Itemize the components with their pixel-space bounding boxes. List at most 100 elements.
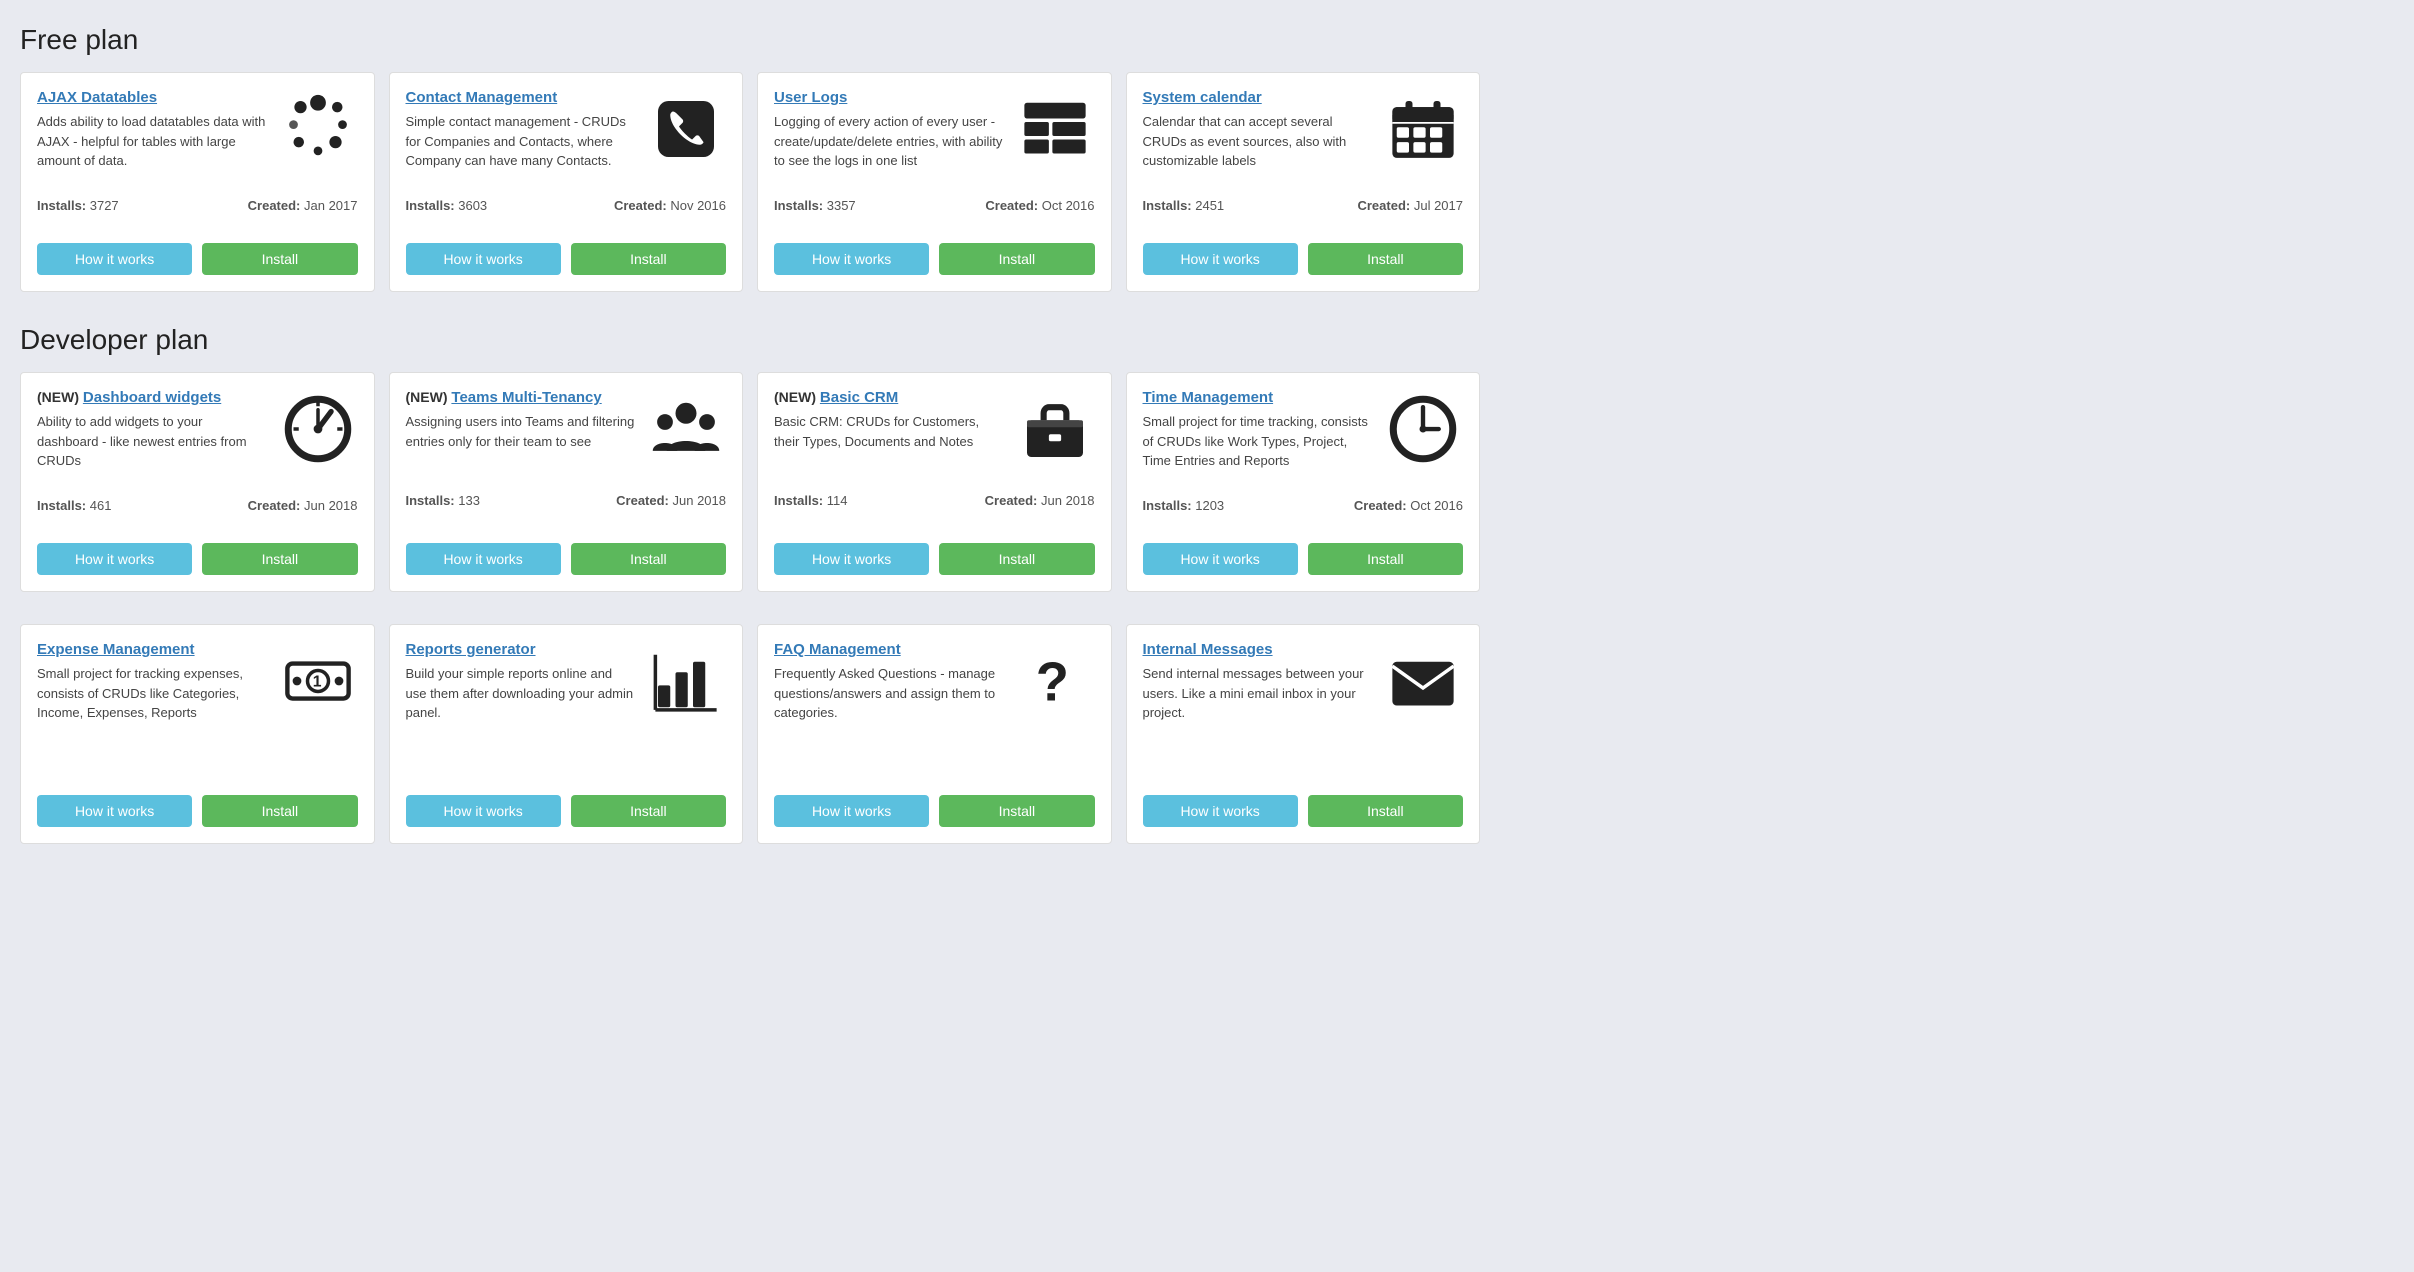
install-button-dashboard-widgets[interactable]: Install: [202, 543, 357, 575]
card-content-reports-generator: Reports generatorBuild your simple repor…: [406, 641, 637, 733]
card-content-internal-messages: Internal Messages Send internal messages …: [1143, 641, 1374, 733]
card-icon-clock: [1383, 389, 1463, 469]
install-button-faq-management[interactable]: Install: [939, 795, 1094, 827]
how-it-works-button-dashboard-widgets[interactable]: How it works: [37, 543, 192, 575]
install-button-basic-crm[interactable]: Install: [939, 543, 1094, 575]
card-description-internal-messages: Send internal messages between your user…: [1143, 664, 1374, 723]
card-icon-money: 1: [278, 641, 358, 721]
card-description-system-calendar: Calendar that can accept several CRUDs a…: [1143, 112, 1374, 171]
cards-grid-0: AJAX Datatables Adds ability to load data…: [20, 72, 1480, 292]
card-installs-dashboard-widgets: Installs: 461: [37, 498, 111, 513]
how-it-works-button-ajax-datatables[interactable]: How it works: [37, 243, 192, 275]
card-meta-system-calendar: Installs: 2451Created: Jul 2017: [1143, 198, 1464, 213]
card-actions-user-logs: How it works Install: [774, 243, 1095, 275]
card-icon-calendar: [1383, 89, 1463, 169]
card-icon-question: ?: [1015, 641, 1095, 721]
card-title-expense-management[interactable]: Expense Management: [37, 641, 195, 658]
how-it-works-button-user-logs[interactable]: How it works: [774, 243, 929, 275]
card-content-faq-management: FAQ Management Frequently Asked Questions…: [774, 641, 1005, 733]
card-title-contact-management[interactable]: Contact Management: [406, 89, 558, 106]
how-it-works-button-reports-generator[interactable]: How it works: [406, 795, 561, 827]
card-actions-internal-messages: How it works Install: [1143, 795, 1464, 827]
card-content-ajax-datatables: AJAX Datatables Adds ability to load data…: [37, 89, 268, 181]
install-button-reports-generator[interactable]: Install: [571, 795, 726, 827]
card-icon-dashboard: [278, 389, 358, 469]
card-content-teams-multi-tenancy: (NEW) Teams Multi-TenancyAssigning users…: [406, 389, 637, 461]
card-description-expense-management: Small project for tracking expenses, con…: [37, 664, 268, 723]
card-icon-chart: [646, 641, 726, 721]
card-installs-teams-multi-tenancy: Installs: 133: [406, 493, 480, 508]
install-button-internal-messages[interactable]: Install: [1308, 795, 1463, 827]
card-title-reports-generator[interactable]: Reports generator: [406, 641, 536, 658]
card-header-dashboard-widgets: (NEW) Dashboard widgetsAbility to add wi…: [37, 389, 358, 481]
install-button-ajax-datatables[interactable]: Install: [202, 243, 357, 275]
section-2: Expense Management Small project for trac…: [20, 624, 1480, 844]
how-it-works-button-expense-management[interactable]: How it works: [37, 795, 192, 827]
card-actions-basic-crm: How it works Install: [774, 543, 1095, 575]
card-meta-contact-management: Installs: 3603Created: Nov 2016: [406, 198, 727, 213]
card-created-contact-management: Created: Nov 2016: [614, 198, 726, 213]
card-actions-time-management: How it works Install: [1143, 543, 1464, 575]
card-actions-expense-management: How it works Install: [37, 795, 358, 827]
card-description-faq-management: Frequently Asked Questions - manage ques…: [774, 664, 1005, 723]
card-reports-generator: Reports generatorBuild your simple repor…: [389, 624, 744, 844]
card-content-dashboard-widgets: (NEW) Dashboard widgetsAbility to add wi…: [37, 389, 268, 481]
install-button-teams-multi-tenancy[interactable]: Install: [571, 543, 726, 575]
card-description-basic-crm: Basic CRM: CRUDs for Customers, their Ty…: [774, 412, 1005, 451]
card-header-contact-management: Contact ManagementSimple contact managem…: [406, 89, 727, 181]
card-title-basic-crm[interactable]: Basic CRM: [820, 389, 898, 406]
card-title-dashboard-widgets[interactable]: Dashboard widgets: [83, 389, 221, 406]
card-meta-dashboard-widgets: Installs: 461 Created: Jun 2018: [37, 498, 358, 513]
card-title-user-logs[interactable]: User Logs: [774, 89, 847, 106]
card-icon-table: [1015, 89, 1095, 169]
section-0: Free planAJAX DatatablesAdds ability to …: [20, 24, 1480, 292]
install-button-expense-management[interactable]: Install: [202, 795, 357, 827]
card-title-faq-management[interactable]: FAQ Management: [774, 641, 901, 658]
card-content-basic-crm: (NEW) Basic CRMBasic CRM: CRUDs for Cust…: [774, 389, 1005, 461]
how-it-works-button-system-calendar[interactable]: How it works: [1143, 243, 1298, 275]
install-button-time-management[interactable]: Install: [1308, 543, 1463, 575]
card-content-expense-management: Expense Management Small project for trac…: [37, 641, 268, 733]
svg-text:?: ?: [1035, 652, 1068, 712]
card-actions-ajax-datatables: How it works Install: [37, 243, 358, 275]
how-it-works-button-teams-multi-tenancy[interactable]: How it works: [406, 543, 561, 575]
card-icon-briefcase: [1015, 389, 1095, 469]
card-meta-basic-crm: Installs: 114Created: Jun 2018: [774, 493, 1095, 508]
card-icon-phone: [646, 89, 726, 169]
card-header-teams-multi-tenancy: (NEW) Teams Multi-TenancyAssigning users…: [406, 389, 727, 469]
install-button-system-calendar[interactable]: Install: [1308, 243, 1463, 275]
how-it-works-button-internal-messages[interactable]: How it works: [1143, 795, 1298, 827]
card-title-time-management[interactable]: Time Management: [1143, 389, 1274, 406]
card-dashboard-widgets: (NEW) Dashboard widgetsAbility to add wi…: [20, 372, 375, 592]
page-container: Free planAJAX DatatablesAdds ability to …: [0, 0, 1500, 900]
card-created-teams-multi-tenancy: Created: Jun 2018: [616, 493, 726, 508]
card-icon-envelope: [1383, 641, 1463, 721]
card-title-internal-messages[interactable]: Internal Messages: [1143, 641, 1273, 658]
card-content-user-logs: User LogsLogging of every action of ever…: [774, 89, 1005, 181]
how-it-works-button-faq-management[interactable]: How it works: [774, 795, 929, 827]
card-title-ajax-datatables[interactable]: AJAX Datatables: [37, 89, 157, 106]
card-contact-management: Contact ManagementSimple contact managem…: [389, 72, 744, 292]
card-installs-ajax-datatables: Installs: 3727: [37, 198, 119, 213]
card-meta-user-logs: Installs: 3357Created: Oct 2016: [774, 198, 1095, 213]
card-header-ajax-datatables: AJAX Datatables Adds ability to load data…: [37, 89, 358, 181]
card-title-system-calendar[interactable]: System calendar: [1143, 89, 1262, 106]
card-basic-crm: (NEW) Basic CRMBasic CRM: CRUDs for Cust…: [757, 372, 1112, 592]
install-button-contact-management[interactable]: Install: [571, 243, 726, 275]
card-installs-user-logs: Installs: 3357: [774, 198, 856, 213]
card-created-basic-crm: Created: Jun 2018: [985, 493, 1095, 508]
how-it-works-button-contact-management[interactable]: How it works: [406, 243, 561, 275]
card-icon-team: [646, 389, 726, 469]
svg-text:1: 1: [312, 673, 321, 690]
cards-grid-1: (NEW) Dashboard widgetsAbility to add wi…: [20, 372, 1480, 592]
card-created-time-management: Created: Oct 2016: [1354, 498, 1463, 513]
card-actions-contact-management: How it works Install: [406, 243, 727, 275]
how-it-works-button-time-management[interactable]: How it works: [1143, 543, 1298, 575]
how-it-works-button-basic-crm[interactable]: How it works: [774, 543, 929, 575]
card-title-teams-multi-tenancy[interactable]: Teams Multi-Tenancy: [451, 389, 601, 406]
card-description-ajax-datatables: Adds ability to load datatables data wit…: [37, 112, 268, 171]
install-button-user-logs[interactable]: Install: [939, 243, 1094, 275]
card-created-dashboard-widgets: Created: Jun 2018: [248, 498, 358, 513]
card-content-system-calendar: System calendar Calendar that can accept …: [1143, 89, 1374, 181]
card-header-system-calendar: System calendar Calendar that can accept …: [1143, 89, 1464, 181]
